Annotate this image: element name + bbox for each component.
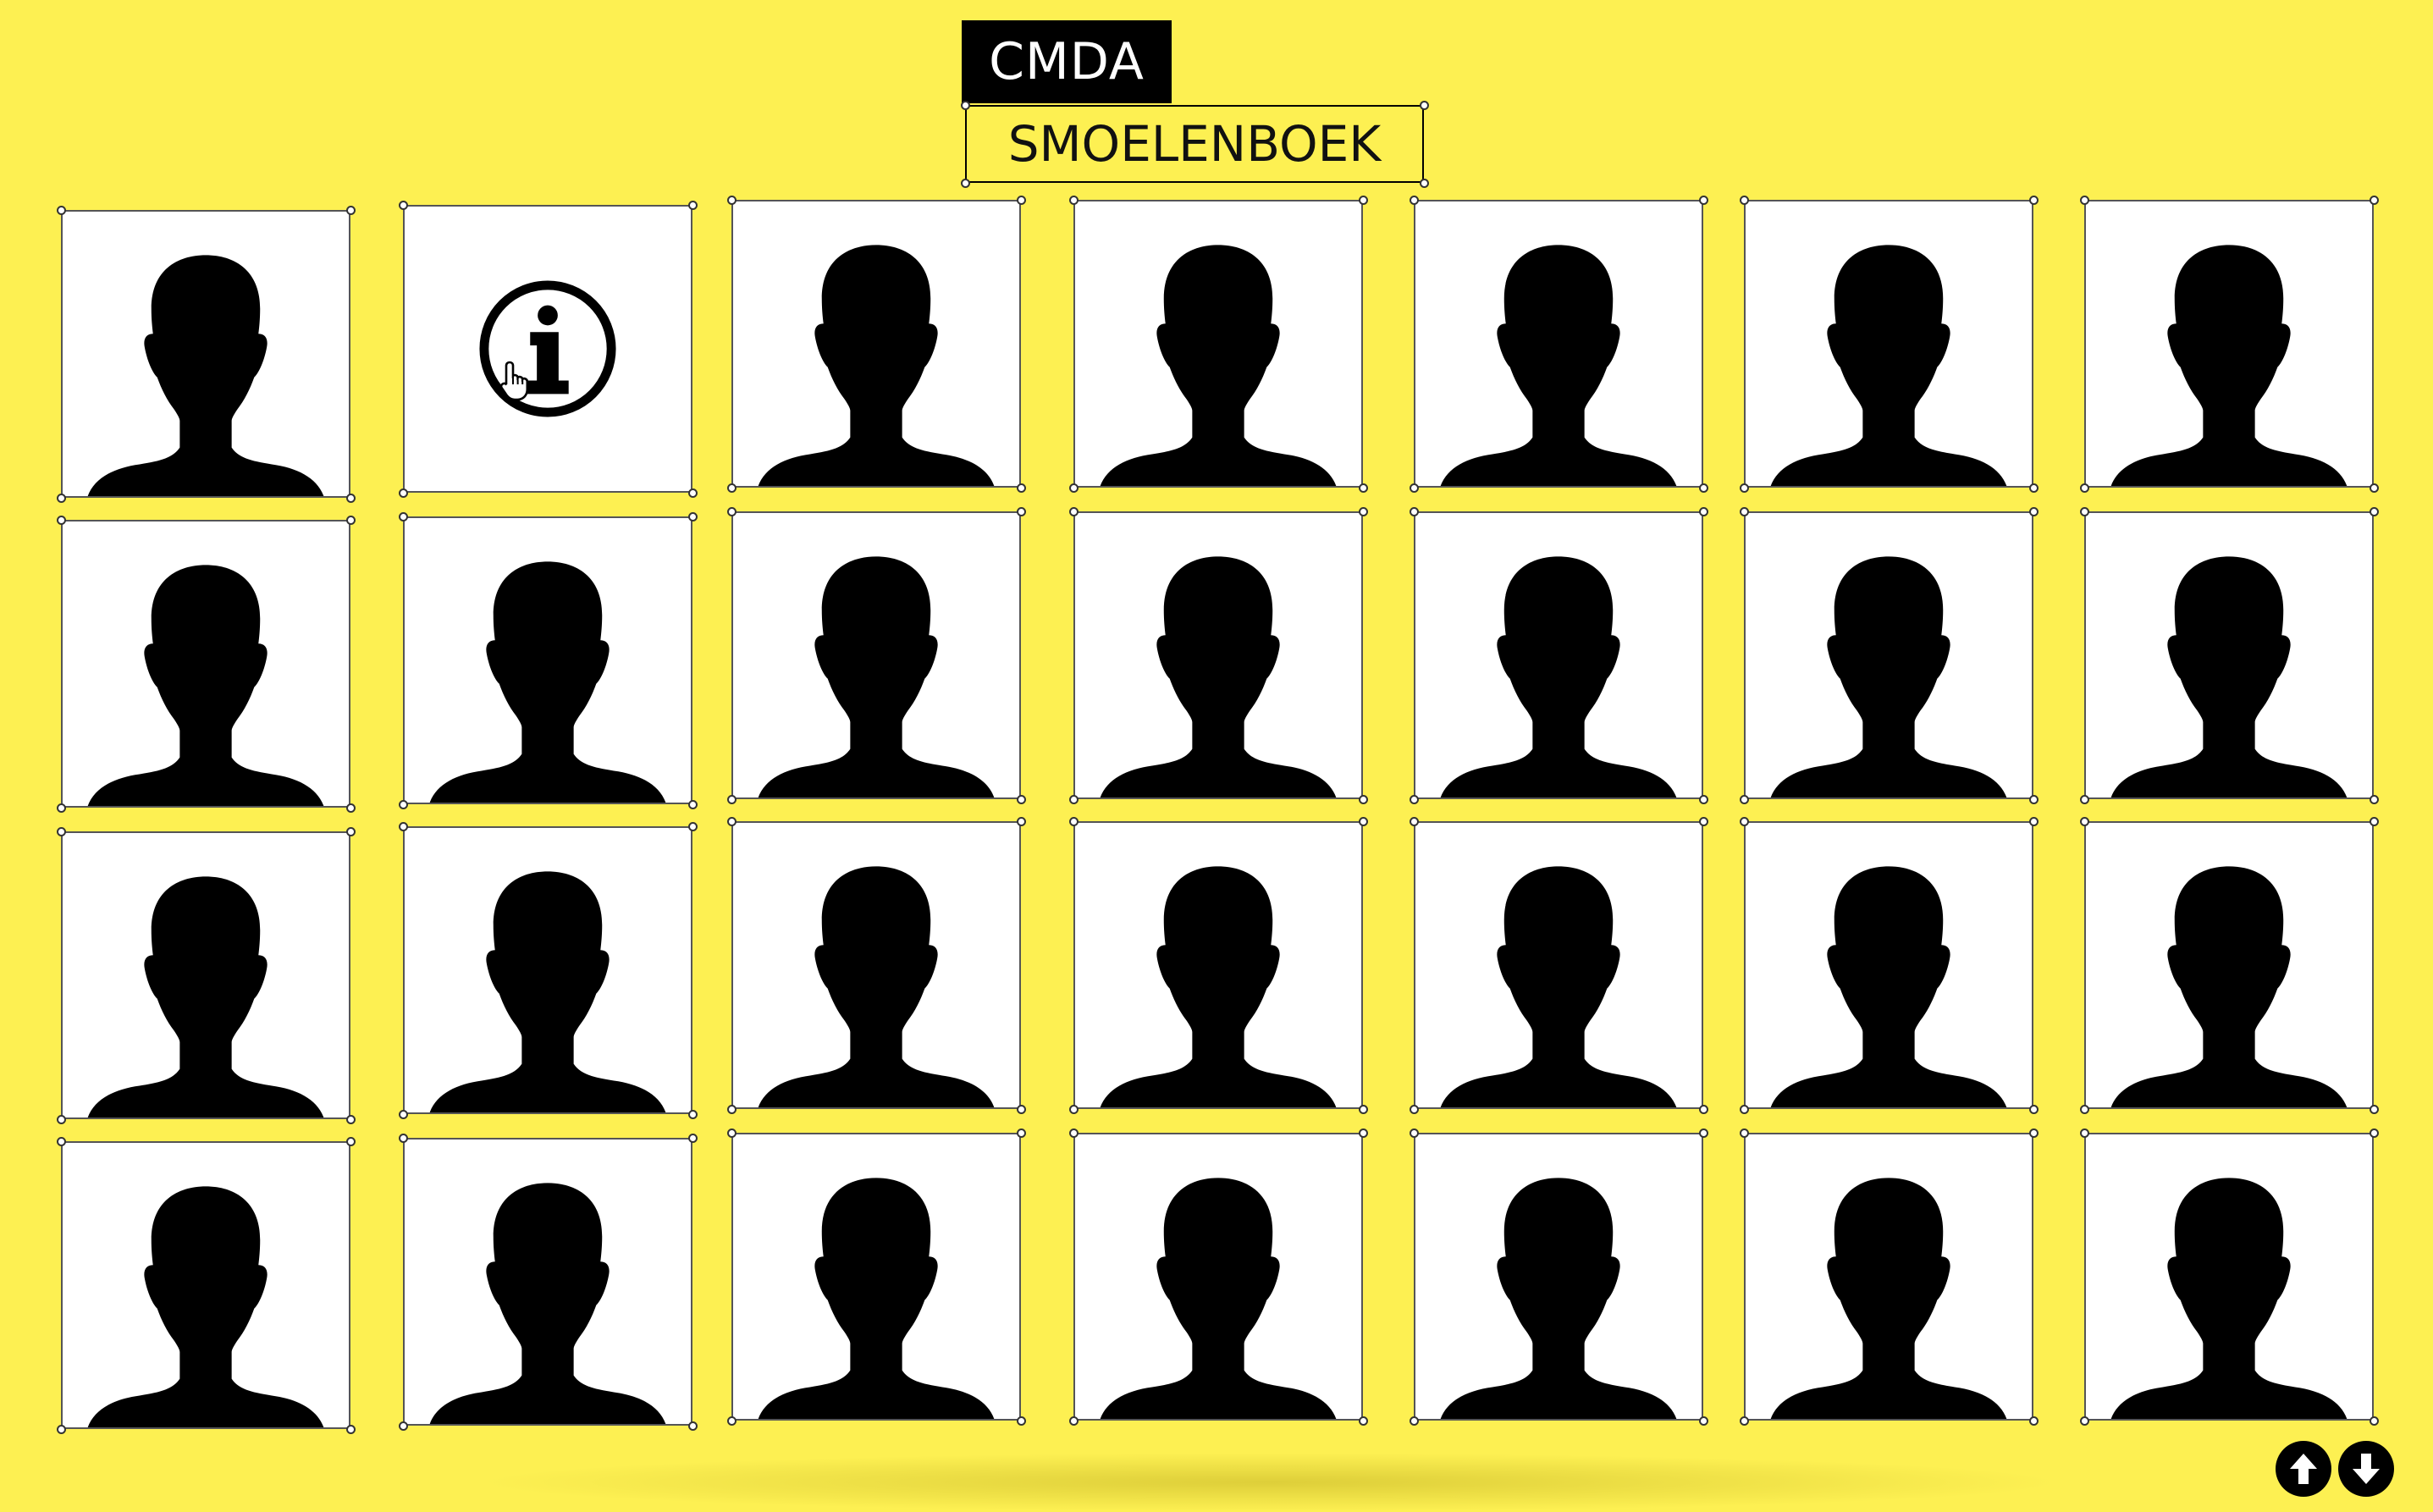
person-silhouette-icon bbox=[87, 876, 324, 1117]
profile-photo-tile[interactable] bbox=[1744, 1133, 2033, 1421]
arrow-up-icon bbox=[2290, 1454, 2317, 1484]
person-silhouette-icon bbox=[1100, 1178, 1337, 1419]
profile-photo-tile[interactable] bbox=[1414, 200, 1703, 488]
profile-photo-tile[interactable] bbox=[1414, 1133, 1703, 1421]
person-silhouette-icon bbox=[87, 1186, 324, 1427]
profile-photo-tile[interactable] bbox=[2084, 511, 2374, 799]
person-silhouette-icon bbox=[1770, 245, 2007, 486]
person-silhouette-icon bbox=[2110, 866, 2347, 1107]
bottom-shadow bbox=[474, 1453, 2066, 1512]
profile-photo-tile[interactable] bbox=[403, 1138, 692, 1426]
person-silhouette-icon bbox=[1100, 556, 1337, 797]
person-silhouette-icon bbox=[1440, 556, 1677, 797]
person-silhouette-icon bbox=[2110, 1178, 2347, 1419]
profile-photo-tile[interactable] bbox=[1073, 511, 1363, 799]
info-tile[interactable] bbox=[403, 205, 692, 493]
person-silhouette-icon bbox=[1770, 866, 2007, 1107]
profile-photo-tile[interactable] bbox=[61, 210, 350, 498]
brand-label: CMDA bbox=[962, 20, 1172, 103]
profile-photo-tile[interactable] bbox=[1073, 821, 1363, 1109]
person-silhouette-icon bbox=[87, 565, 324, 806]
person-silhouette-icon bbox=[87, 255, 324, 496]
profile-photo-tile[interactable] bbox=[2084, 1133, 2374, 1421]
profile-photo-tile[interactable] bbox=[61, 831, 350, 1119]
profile-photo-tile[interactable] bbox=[1744, 200, 2033, 488]
profile-photo-tile[interactable] bbox=[1744, 821, 2033, 1109]
person-silhouette-icon bbox=[758, 245, 995, 486]
scroll-down-button[interactable] bbox=[2338, 1441, 2394, 1497]
profile-photo-tile[interactable] bbox=[731, 200, 1021, 488]
profile-photo-tile[interactable] bbox=[731, 1133, 1021, 1421]
profile-photo-tile[interactable] bbox=[61, 520, 350, 808]
info-icon bbox=[479, 280, 616, 417]
person-silhouette-icon bbox=[2110, 556, 2347, 797]
profile-photo-tile[interactable] bbox=[731, 511, 1021, 799]
person-silhouette-icon bbox=[2110, 245, 2347, 486]
person-silhouette-icon bbox=[1440, 866, 1677, 1107]
hand-pointer-icon bbox=[499, 361, 529, 401]
profile-photo-tile[interactable] bbox=[1414, 511, 1703, 799]
profile-photo-tile[interactable] bbox=[2084, 821, 2374, 1109]
person-silhouette-icon bbox=[429, 871, 666, 1112]
person-silhouette-icon bbox=[429, 1183, 666, 1424]
person-silhouette-icon bbox=[1100, 866, 1337, 1107]
arrow-down-icon bbox=[2353, 1454, 2380, 1484]
person-silhouette-icon bbox=[429, 561, 666, 803]
profile-photo-tile[interactable] bbox=[403, 826, 692, 1114]
profile-photo-tile[interactable] bbox=[61, 1141, 350, 1429]
person-silhouette-icon bbox=[1770, 556, 2007, 797]
page-title: SMOELENBOEK bbox=[965, 105, 1424, 183]
profile-photo-tile[interactable] bbox=[1073, 200, 1363, 488]
profile-photo-tile[interactable] bbox=[2084, 200, 2374, 488]
person-silhouette-icon bbox=[1440, 1178, 1677, 1419]
profile-photo-tile[interactable] bbox=[1744, 511, 2033, 799]
person-silhouette-icon bbox=[1770, 1178, 2007, 1419]
person-silhouette-icon bbox=[758, 556, 995, 797]
person-silhouette-icon bbox=[1440, 245, 1677, 486]
scroll-up-button[interactable] bbox=[2276, 1441, 2331, 1497]
profile-photo-tile[interactable] bbox=[1414, 821, 1703, 1109]
mouse-cursor bbox=[483, 317, 533, 410]
person-silhouette-icon bbox=[758, 1178, 995, 1419]
person-silhouette-icon bbox=[758, 866, 995, 1107]
profile-photo-tile[interactable] bbox=[1073, 1133, 1363, 1421]
person-silhouette-icon bbox=[1100, 245, 1337, 486]
profile-photo-tile[interactable] bbox=[403, 516, 692, 804]
profile-photo-tile[interactable] bbox=[731, 821, 1021, 1109]
